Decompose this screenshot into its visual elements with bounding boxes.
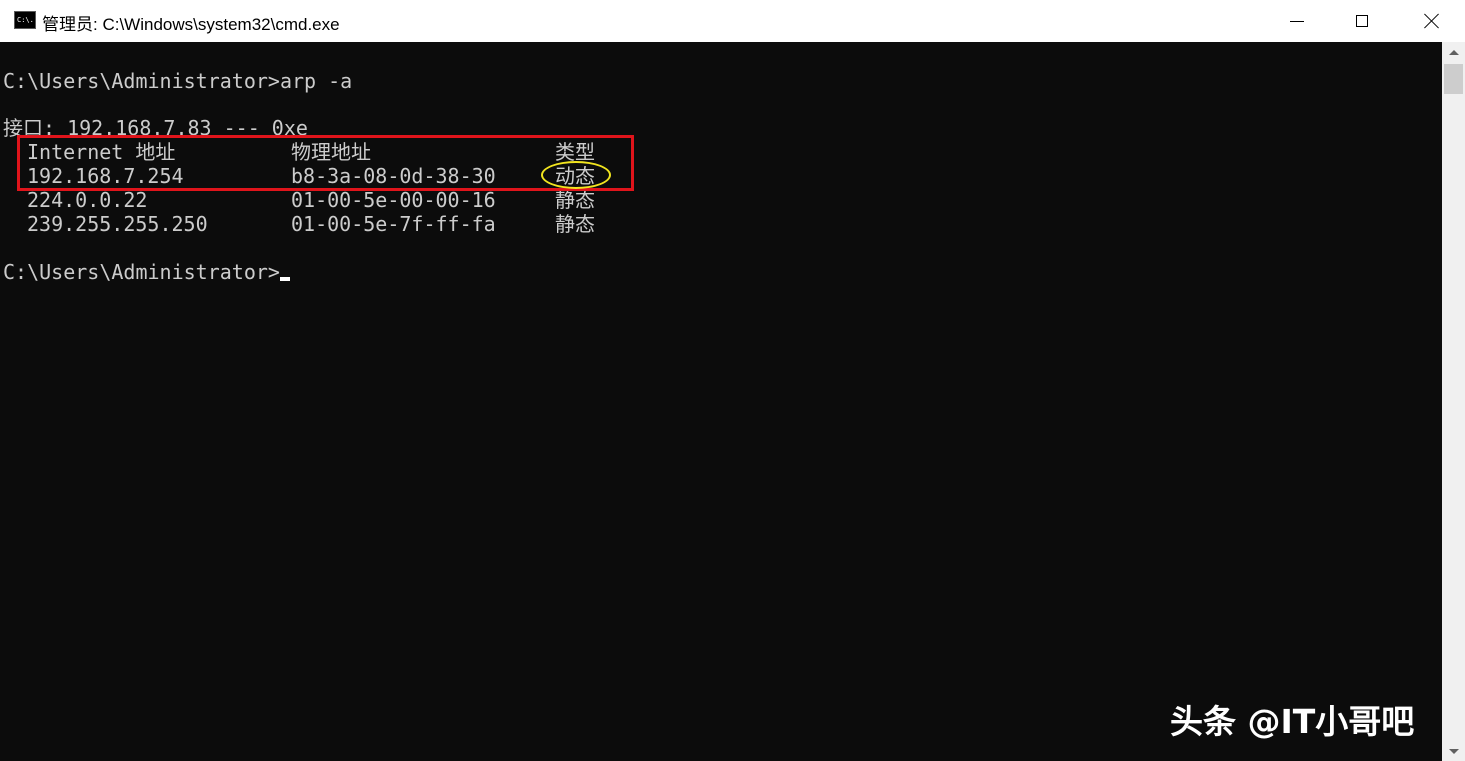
close-icon: [1424, 13, 1440, 29]
watermark: 头条 @IT小哥吧: [1170, 702, 1415, 741]
highlight-ellipse: [541, 161, 611, 189]
scroll-up-button[interactable]: [1442, 42, 1465, 62]
highlight-rectangle: [17, 135, 634, 191]
maximize-icon: [1356, 15, 1368, 27]
cmd-window: C:\. 管理员: C:\Windows\system32\cmd.exe C:…: [0, 0, 1465, 761]
row-ip: 224.0.0.22: [27, 188, 148, 212]
title-bar[interactable]: C:\. 管理员: C:\Windows\system32\cmd.exe: [0, 0, 1465, 42]
text-cursor: [280, 277, 290, 281]
arrow-up-icon: [1448, 49, 1459, 55]
row-type: 静态: [555, 212, 595, 236]
arrow-down-icon: [1448, 748, 1459, 754]
prompt-line: C:\Users\Administrator>: [3, 260, 280, 284]
close-button[interactable]: [1397, 0, 1465, 42]
cmd-icon[interactable]: C:\.: [14, 11, 36, 29]
scroll-down-button[interactable]: [1442, 741, 1465, 761]
minimize-button[interactable]: [1262, 0, 1332, 42]
maximize-button[interactable]: [1327, 0, 1397, 42]
row-ip: 239.255.255.250: [27, 212, 208, 236]
command-line: C:\Users\Administrator>arp -a: [3, 69, 353, 93]
row-type: 静态: [555, 188, 595, 212]
minimize-icon: [1290, 20, 1304, 22]
console-output[interactable]: C:\Users\Administrator>arp -a 接口: 192.16…: [0, 42, 1442, 761]
row-mac: 01-00-5e-00-00-16: [291, 188, 496, 212]
scroll-thumb[interactable]: [1444, 64, 1463, 94]
window-title: 管理员: C:\Windows\system32\cmd.exe: [42, 15, 340, 34]
row-mac: 01-00-5e-7f-ff-fa: [291, 212, 496, 236]
vertical-scrollbar[interactable]: [1442, 42, 1465, 761]
